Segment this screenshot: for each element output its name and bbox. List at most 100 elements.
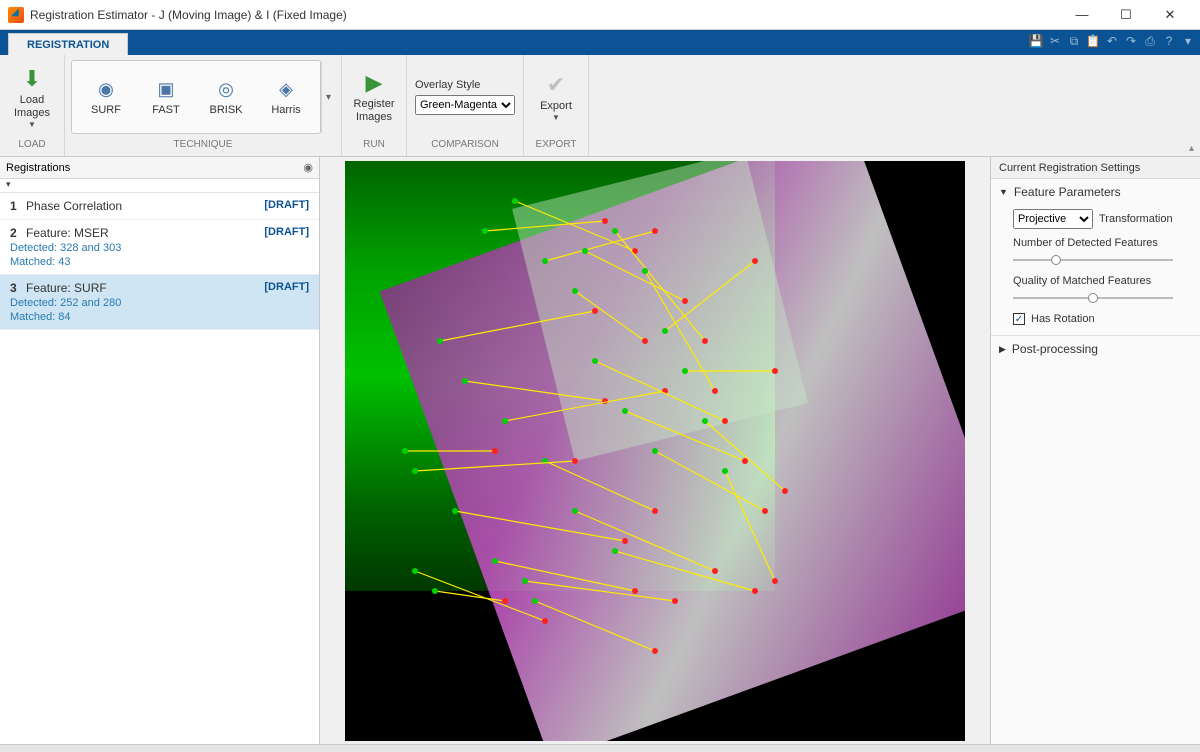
technique-brisk[interactable]: ◎ BRISK [196, 79, 256, 116]
settings-title: Current Registration Settings [991, 157, 1200, 179]
has-rotation-checkbox[interactable]: ✓ Has Rotation [1013, 313, 1190, 325]
ribbon-group-load: ⬇ Load Images ▼ LOAD [0, 55, 65, 156]
undo-icon[interactable]: ↶ [1104, 33, 1120, 49]
fast-icon: ▣ [136, 79, 196, 100]
section-label: Post-processing [1012, 342, 1098, 356]
num-features-slider[interactable] [1013, 253, 1173, 267]
registration-item[interactable]: 2 Feature: MSER [DRAFT] Detected: 328 an… [0, 220, 319, 275]
overlay-style-select[interactable]: Green-Magenta [415, 95, 515, 115]
reg-number: 1 [10, 199, 17, 213]
reg-number: 3 [10, 281, 17, 295]
registration-item[interactable]: 3 Feature: SURF [DRAFT] Detected: 252 an… [0, 275, 319, 330]
paste-icon[interactable]: 📋 [1085, 33, 1101, 49]
feature-params-body: Projective Transformation Number of Dete… [991, 205, 1200, 335]
window-title: Registration Estimator - J (Moving Image… [30, 8, 1060, 22]
export-label: Export [540, 100, 572, 113]
registrations-header: Registrations ◉ [0, 157, 319, 179]
reg-name: Feature: SURF [26, 281, 107, 295]
ribbon-tabstrip: REGISTRATION 💾 ✂ ⧉ 📋 ↶ ↷ ⎙ ? ▾ [0, 30, 1200, 55]
section-post-processing[interactable]: ▶ Post-processing [991, 335, 1200, 362]
chevron-down-icon: ▼ [999, 187, 1008, 197]
window-controls: — ☐ ✕ [1060, 0, 1192, 30]
harris-icon: ◈ [256, 79, 316, 100]
panel-options-icon[interactable]: ◉ [303, 161, 313, 174]
num-features-block: Number of Detected Features [1013, 237, 1190, 267]
group-label-technique: TECHNIQUE [65, 139, 341, 156]
app-icon [8, 7, 24, 23]
register-images-button[interactable]: ▶ Register Images [348, 57, 400, 137]
reg-detected: Detected: 252 and 280 [10, 297, 309, 309]
titlebar: Registration Estimator - J (Moving Image… [0, 0, 1200, 30]
redo-icon[interactable]: ↷ [1123, 33, 1139, 49]
reg-draft-badge: [DRAFT] [264, 199, 309, 211]
chevron-right-icon: ▶ [999, 344, 1006, 355]
quality-slider[interactable] [1013, 291, 1173, 305]
ribbon-group-comparison: Overlay Style Green-Magenta COMPARISON [407, 55, 524, 156]
download-icon: ⬇ [23, 66, 41, 92]
group-label-export: EXPORT [524, 139, 588, 156]
technique-box: ◉ SURF ▣FAST ◎ BRISK ◈ Harris [71, 60, 321, 134]
load-images-button[interactable]: ⬇ Load Images ▼ [6, 57, 58, 137]
surf-icon: ◉ [76, 79, 136, 100]
load-images-label: Load Images [14, 94, 50, 120]
workspace: Registrations ◉ ▾ 1 Phase Correlation [D… [0, 157, 1200, 744]
quality-label: Quality of Matched Features [1013, 275, 1190, 287]
reg-name: Feature: MSER [26, 226, 109, 240]
chevron-down-icon: ▼ [552, 113, 560, 122]
registrations-panel: Registrations ◉ ▾ 1 Phase Correlation [D… [0, 157, 320, 744]
save-icon[interactable]: 💾 [1028, 33, 1044, 49]
reg-detected: Detected: 328 and 303 [10, 242, 309, 254]
quick-access-toolbar: 💾 ✂ ⧉ 📋 ↶ ↷ ⎙ ? ▾ [1028, 33, 1196, 49]
statusbar [0, 744, 1200, 752]
tech-label: BRISK [209, 104, 242, 116]
close-button[interactable]: ✕ [1148, 0, 1192, 30]
maximize-button[interactable]: ☐ [1104, 0, 1148, 30]
reg-name: Phase Correlation [26, 199, 122, 213]
reg-matched: Matched: 84 [10, 311, 309, 323]
minimize-button[interactable]: — [1060, 0, 1104, 30]
ribbon: ⬇ Load Images ▼ LOAD ◉ SURF ▣FAST ◎ BRISK … [0, 55, 1200, 157]
copy-icon[interactable]: ⧉ [1066, 33, 1082, 49]
settings-panel: Current Registration Settings ▼ Feature … [990, 157, 1200, 744]
group-label-load: LOAD [0, 139, 64, 156]
tab-registration[interactable]: REGISTRATION [8, 33, 128, 55]
ribbon-group-export: ✔ Export ▼ EXPORT [524, 55, 589, 156]
ribbon-group-run: ▶ Register Images RUN [342, 55, 407, 156]
export-button[interactable]: ✔ Export ▼ [530, 57, 582, 137]
checkbox-icon: ✓ [1013, 313, 1025, 325]
play-icon: ▶ [366, 70, 383, 96]
has-rotation-label: Has Rotation [1031, 313, 1095, 325]
section-label: Feature Parameters [1014, 185, 1121, 199]
transformation-select[interactable]: Projective [1013, 209, 1093, 229]
quality-block: Quality of Matched Features [1013, 275, 1190, 305]
cut-icon[interactable]: ✂ [1047, 33, 1063, 49]
registration-item[interactable]: 1 Phase Correlation [DRAFT] [0, 193, 319, 220]
technique-fast[interactable]: ▣FAST [136, 79, 196, 116]
technique-surf[interactable]: ◉ SURF [76, 79, 136, 116]
chevron-down-icon: ▼ [28, 120, 36, 129]
print-icon[interactable]: ⎙ [1142, 33, 1158, 49]
group-label-run: RUN [342, 139, 406, 156]
reg-draft-badge: [DRAFT] [264, 281, 309, 293]
group-label-comparison: COMPARISON [407, 139, 523, 156]
overlay-style-label: Overlay Style [415, 79, 480, 91]
reg-matched: Matched: 43 [10, 256, 309, 268]
tech-label: Harris [271, 104, 300, 116]
register-images-label: Register Images [354, 98, 395, 124]
check-icon: ✔ [547, 72, 565, 98]
registrations-toolbar[interactable]: ▾ [0, 179, 319, 193]
ribbon-spacer: ▴ [589, 55, 1200, 156]
section-feature-params[interactable]: ▼ Feature Parameters [991, 179, 1200, 205]
registration-canvas[interactable] [345, 161, 965, 741]
ribbon-group-technique: ◉ SURF ▣FAST ◎ BRISK ◈ Harris ▾ TECHNIQUE [65, 55, 342, 156]
tech-label: SURF [91, 104, 121, 116]
technique-harris[interactable]: ◈ Harris [256, 79, 316, 116]
feature-matches [345, 161, 965, 741]
reg-draft-badge: [DRAFT] [264, 226, 309, 238]
help-icon[interactable]: ? [1161, 33, 1177, 49]
ribbon-collapse-icon[interactable]: ▴ [1189, 143, 1194, 154]
menu-icon[interactable]: ▾ [1180, 33, 1196, 49]
technique-more[interactable]: ▾ [321, 61, 335, 133]
transformation-label: Transformation [1099, 213, 1173, 225]
brisk-icon: ◎ [196, 79, 256, 100]
